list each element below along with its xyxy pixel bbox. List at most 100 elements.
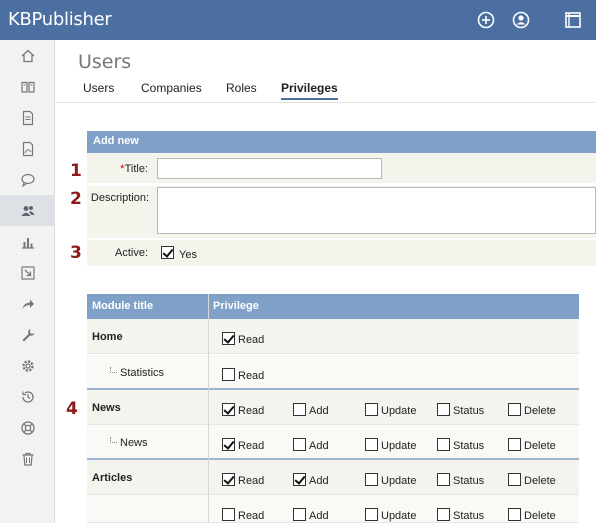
privilege-checkbox-delete[interactable]	[508, 473, 521, 486]
privilege-label: Read	[238, 440, 265, 452]
privilege-checkbox-delete[interactable]	[508, 403, 521, 416]
privilege-checkbox-status[interactable]	[437, 403, 450, 416]
privilege-label: Read	[238, 405, 265, 417]
marker-4: 4	[66, 399, 78, 419]
table-row	[87, 495, 579, 523]
sidebar-item-home[interactable]	[0, 40, 55, 71]
sidebar-item-tools[interactable]	[0, 319, 55, 350]
sidebar-item-export[interactable]	[0, 288, 55, 319]
pdf-file-icon	[22, 141, 33, 156]
privilege-checkbox-status[interactable]	[437, 438, 450, 451]
privilege-checkbox-read[interactable]	[222, 403, 235, 416]
bar-chart-icon	[21, 237, 34, 249]
tab-roles[interactable]: Roles	[226, 81, 257, 95]
marker-3: 3	[70, 243, 82, 263]
privilege-checkbox-delete[interactable]	[508, 438, 521, 451]
privilege-checkbox-add[interactable]	[293, 403, 306, 416]
window-icon[interactable]	[563, 10, 583, 30]
privilege-checkbox-status[interactable]	[437, 473, 450, 486]
table-row	[87, 425, 579, 459]
wrench-icon	[22, 328, 34, 341]
privilege-checkbox-status[interactable]	[437, 508, 450, 521]
tab-users[interactable]: Users	[83, 81, 114, 95]
trash-icon	[22, 452, 33, 466]
privilege-label: Delete	[524, 510, 556, 522]
settings-gear-icon	[21, 359, 34, 372]
home-icon	[21, 49, 34, 62]
table-row	[87, 390, 579, 425]
comments-icon	[20, 173, 35, 187]
active-checkbox[interactable]	[161, 246, 174, 259]
privilege-label: Status	[453, 405, 485, 417]
module-title: Home	[92, 331, 123, 343]
privilege-checkbox-add[interactable]	[293, 438, 306, 451]
sidebar-item-help[interactable]	[0, 412, 55, 443]
privilege-checkbox-update[interactable]	[365, 438, 378, 451]
privilege-checkbox-read[interactable]	[222, 368, 235, 381]
privilege-label: Add	[309, 510, 329, 522]
title-label-text: Title:	[124, 163, 148, 175]
privilege-checkbox-update[interactable]	[365, 403, 378, 416]
add-icon[interactable]	[476, 10, 496, 30]
submodule-title: News	[120, 437, 148, 449]
privilege-checkbox-delete[interactable]	[508, 508, 521, 521]
active-label: Active:	[114, 247, 148, 259]
active-yes-label: Yes	[179, 249, 197, 261]
privilege-checkbox-add[interactable]	[293, 473, 306, 486]
tab-companies[interactable]: Companies	[141, 81, 202, 95]
sidebar-item-settings[interactable]	[0, 350, 55, 381]
privilege-label: Update	[381, 510, 417, 522]
privilege-label: Delete	[524, 405, 556, 417]
sidebar-item-files[interactable]	[0, 102, 55, 133]
app-title: KBPublisher	[8, 9, 112, 30]
privilege-label: Add	[309, 405, 329, 417]
privilege-label: Add	[309, 475, 329, 487]
tab-privileges[interactable]: Privileges	[281, 81, 338, 100]
module-title-header: Module title	[92, 300, 154, 312]
sidebar-item-knowledgebase[interactable]	[0, 71, 55, 102]
privilege-label: Delete	[524, 475, 556, 487]
privilege-checkbox-update[interactable]	[365, 508, 378, 521]
privilege-checkbox-read[interactable]	[222, 332, 235, 345]
sidebar-item-users[interactable]	[0, 195, 55, 226]
module-title: Articles	[92, 472, 133, 484]
user-icon[interactable]	[511, 10, 531, 30]
sidebar-item-import[interactable]	[0, 257, 55, 288]
title-input[interactable]	[157, 158, 382, 179]
table-row	[87, 460, 579, 495]
privilege-checkbox-read[interactable]	[222, 438, 235, 451]
sidebar-item-feedback[interactable]	[0, 164, 55, 195]
sidebar-item-logs[interactable]	[0, 381, 55, 412]
privilege-label: Update	[381, 440, 417, 452]
privilege-label: Read	[238, 370, 265, 382]
privilege-label: Status	[453, 440, 485, 452]
column-divider	[208, 294, 209, 523]
privilege-header: Privilege	[213, 300, 259, 312]
module-group-divider	[87, 388, 579, 390]
description-textarea[interactable]	[157, 187, 596, 234]
privilege-label: Read	[238, 475, 265, 487]
users-icon	[21, 205, 34, 216]
share-arrow-icon	[22, 299, 34, 309]
privilege-checkbox-update[interactable]	[365, 473, 378, 486]
module-title: News	[92, 402, 121, 414]
privilege-label: Read	[238, 334, 265, 346]
sidebar	[0, 40, 55, 523]
privilege-checkbox-read[interactable]	[222, 473, 235, 486]
privilege-label: Delete	[524, 440, 556, 452]
sidebar-item-drafts[interactable]	[0, 133, 55, 164]
marker-2: 2	[70, 189, 82, 209]
import-icon	[20, 265, 35, 280]
privilege-label: Update	[381, 475, 417, 487]
table-row	[87, 319, 579, 354]
history-icon	[21, 390, 34, 403]
privilege-label: Add	[309, 440, 329, 452]
sidebar-item-trash[interactable]	[0, 443, 55, 474]
submodule-title: Statistics	[120, 367, 165, 379]
sidebar-item-reports[interactable]	[0, 226, 55, 257]
tree-connector	[110, 367, 117, 373]
privilege-checkbox-read[interactable]	[222, 508, 235, 521]
privilege-checkbox-add[interactable]	[293, 508, 306, 521]
tree-connector	[110, 437, 117, 443]
tab-bar: Users Companies Roles Privileges	[55, 76, 596, 103]
